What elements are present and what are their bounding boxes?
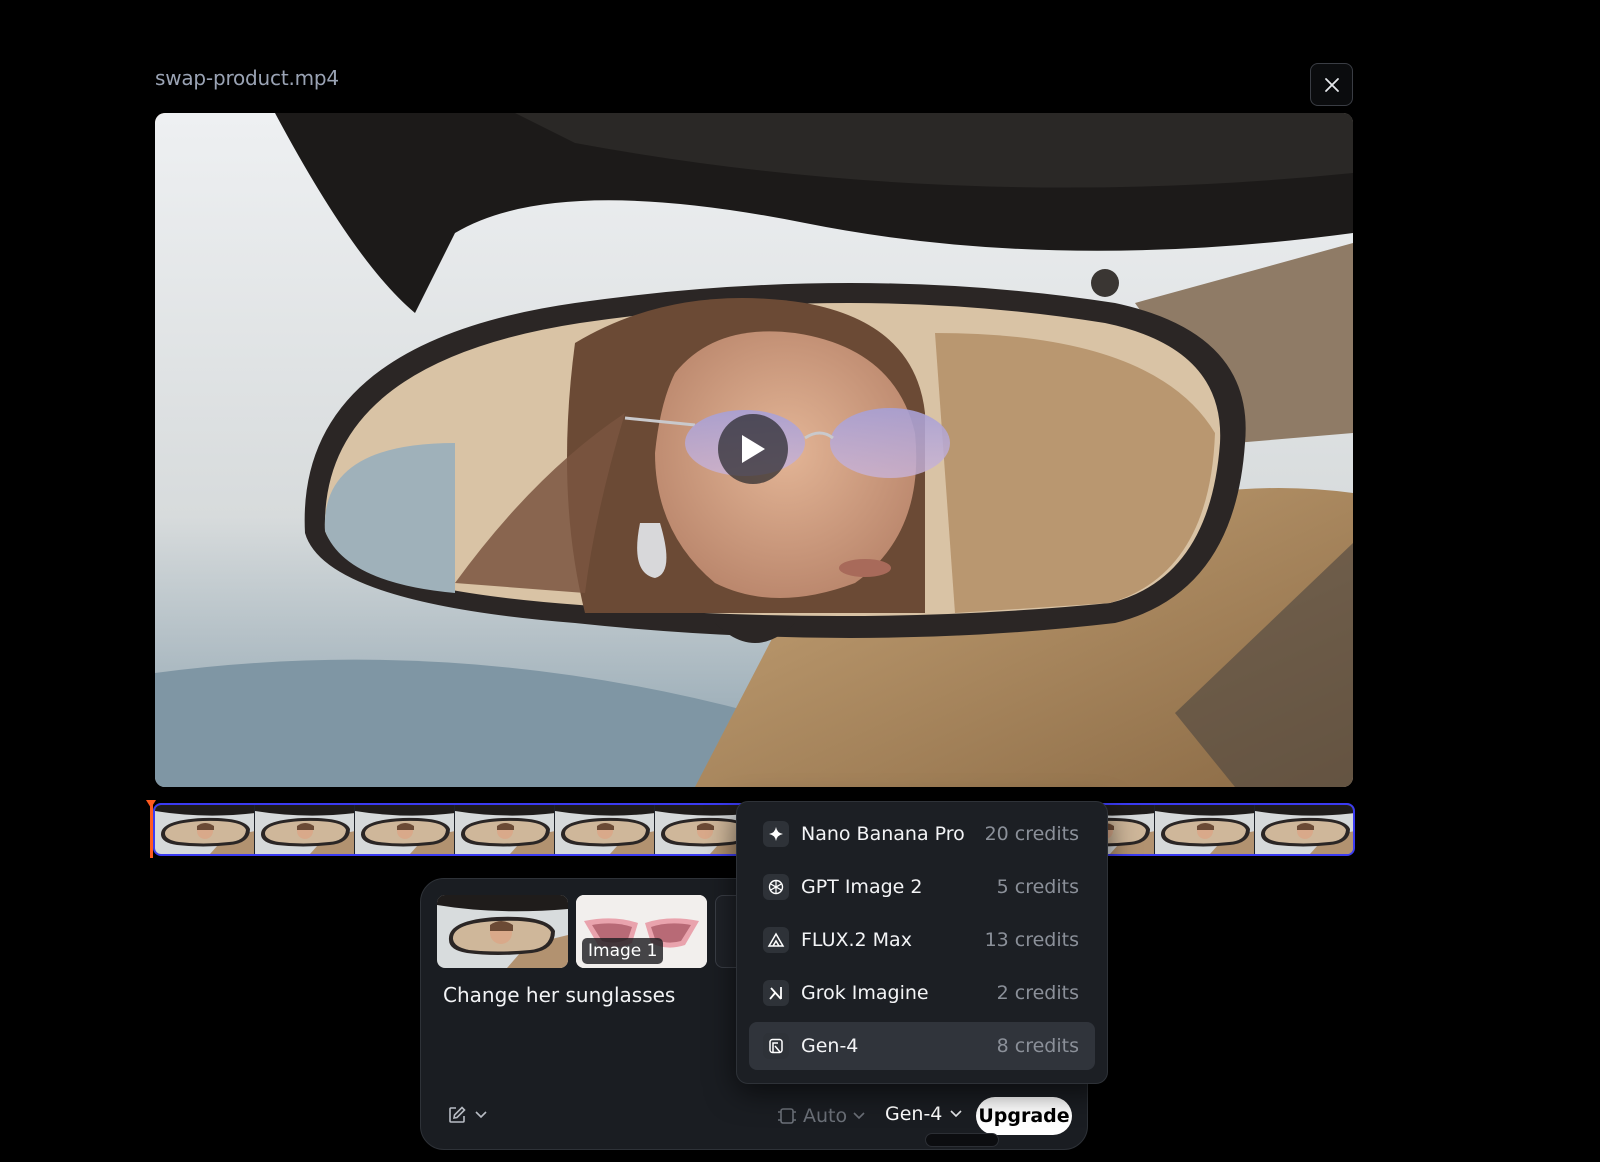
model-select[interactable]: Gen-4 [885, 1103, 962, 1125]
edit-mode-button[interactable] [447, 1105, 487, 1125]
filmstrip-frame [155, 805, 255, 854]
chevron-down-icon [853, 1112, 865, 1120]
model-option-nano-banana-pro[interactable]: Nano Banana Pro 20 credits [749, 810, 1095, 858]
model-option-grok-imagine[interactable]: Grok Imagine 2 credits [749, 969, 1095, 1017]
close-icon [1324, 77, 1339, 92]
model-option-name: FLUX.2 Max [801, 929, 912, 951]
video-preview[interactable] [155, 113, 1353, 787]
chevron-down-icon [475, 1111, 487, 1119]
aspect-ratio-label: Auto [803, 1105, 848, 1127]
grok-icon [763, 980, 789, 1006]
aspect-ratio-icon [778, 1108, 796, 1124]
file-name: swap-product.mp4 [155, 66, 339, 90]
model-option-flux-2-max[interactable]: FLUX.2 Max 13 credits [749, 916, 1095, 964]
model-option-credits: 20 credits [984, 823, 1079, 845]
prompt-text[interactable]: Change her sunglasses [443, 983, 675, 1007]
model-select-label: Gen-4 [885, 1103, 943, 1125]
filmstrip-frame [255, 805, 355, 854]
model-option-credits: 5 credits [996, 876, 1079, 898]
model-option-gpt-image-2[interactable]: GPT Image 2 5 credits [749, 863, 1095, 911]
model-option-name: Grok Imagine [801, 982, 929, 1004]
reference-image-thumbnail[interactable]: Image 1 [576, 895, 707, 968]
filmstrip-frame [555, 805, 655, 854]
aspect-ratio-select[interactable]: Auto [777, 1105, 865, 1127]
model-option-name: GPT Image 2 [801, 876, 923, 898]
model-option-name: Gen-4 [801, 1035, 859, 1057]
timeline-playhead[interactable] [146, 800, 156, 858]
sparkle-icon [763, 821, 789, 847]
composer-resize-handle[interactable] [925, 1133, 999, 1147]
filmstrip-frame [355, 805, 455, 854]
upgrade-button[interactable]: Upgrade [976, 1097, 1072, 1135]
model-option-credits: 13 credits [984, 929, 1079, 951]
thumbnail-image [437, 895, 568, 968]
model-option-credits: 8 credits [996, 1035, 1079, 1057]
runway-icon [763, 1033, 789, 1059]
model-option-name: Nano Banana Pro [801, 823, 965, 845]
filmstrip-frame [1255, 805, 1353, 854]
play-button[interactable] [718, 414, 788, 484]
openai-icon [763, 874, 789, 900]
filmstrip-frame [1155, 805, 1255, 854]
model-dropdown-menu: Nano Banana Pro 20 credits GPT Image 2 5… [736, 801, 1108, 1084]
close-button[interactable] [1310, 63, 1353, 106]
model-option-credits: 2 credits [996, 982, 1079, 1004]
model-option-gen-4[interactable]: Gen-4 8 credits [749, 1022, 1095, 1070]
chevron-down-icon [950, 1110, 962, 1118]
flux-icon [763, 927, 789, 953]
filmstrip-frame [455, 805, 555, 854]
reference-video-thumbnail[interactable] [437, 895, 568, 968]
play-icon [742, 435, 765, 463]
edit-icon [449, 1106, 466, 1123]
image-label: Image 1 [582, 938, 664, 964]
